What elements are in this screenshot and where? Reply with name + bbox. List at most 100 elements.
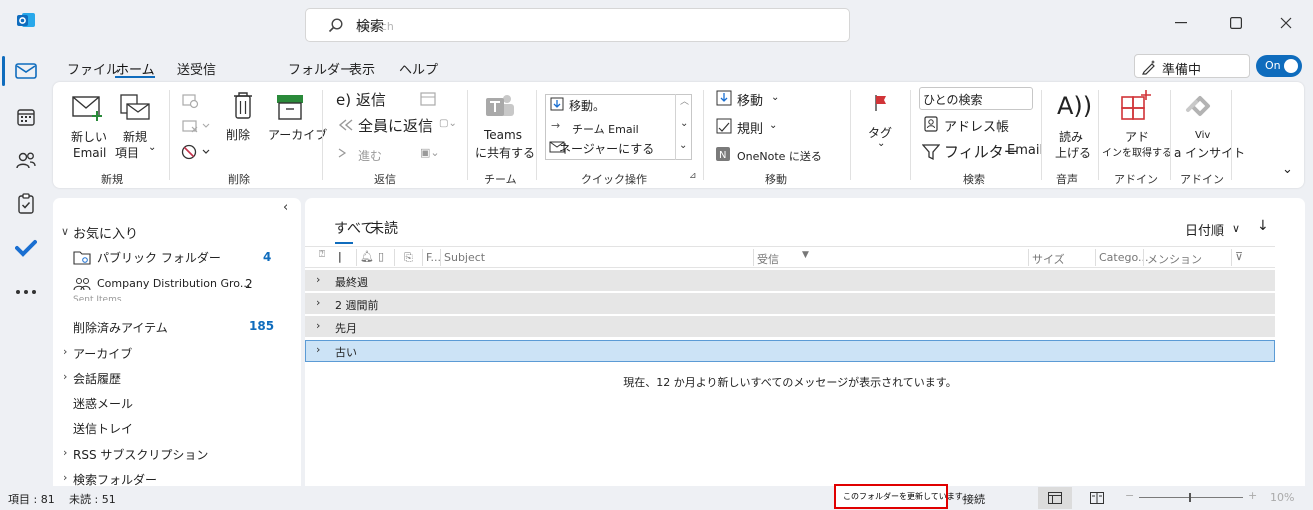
chevron-right-icon[interactable]: › [63,446,67,459]
more-respond-icon[interactable]: ▣⌄ [420,146,440,159]
chevron-right-icon[interactable]: › [63,370,67,383]
attachment-icon[interactable]: ⎘ [404,251,413,265]
search-people-input[interactable]: ひとの検索 [919,87,1033,110]
chevron-right-icon[interactable]: › [316,273,320,286]
chevron-right-icon[interactable]: › [316,296,320,309]
status-pill[interactable]: 準備中 [1134,54,1250,78]
address-book-button[interactable]: アドレス帳 [944,116,1009,135]
people-icon[interactable] [10,144,42,176]
quick-steps-scrollbar[interactable]: ︿ ⌄ ⌄ [675,94,692,160]
expand-gallery-icon[interactable]: ⌄ [679,140,687,151]
zoom-out-icon[interactable]: − [1125,489,1134,502]
sort-direction-icon[interactable]: ↓ [1257,218,1269,234]
folder-item-sent-clipped[interactable]: Sent Items [73,295,122,301]
todo-icon[interactable] [10,232,42,264]
new-email-line2[interactable]: Email [73,146,106,160]
column-category[interactable]: Catego... [1099,251,1149,264]
viva-line2[interactable]: a インサイト [1174,144,1245,161]
scroll-down-icon[interactable]: ⌄ [680,118,688,129]
block-sender-icon[interactable] [180,142,214,162]
zoom-level[interactable]: 10% [1270,491,1294,504]
meeting-reply-icon[interactable] [419,90,439,108]
ignore-icon[interactable] [180,92,200,110]
get-addins-line2[interactable]: インを取得する [1102,144,1172,159]
column-mention[interactable]: メンション [1147,251,1202,267]
tab-view[interactable]: 表示 [349,59,375,78]
im-reply-icon[interactable]: ▢⌄ [439,118,457,129]
group-header-last-month[interactable]: › 先月 [305,316,1275,338]
column-f[interactable]: F... [426,251,441,264]
normal-view-icon[interactable] [1038,487,1072,509]
group-header-last-week[interactable]: › 最終週 [305,270,1275,292]
chevron-down-icon[interactable]: ∨ [61,225,69,238]
column-size[interactable]: サイズ [1032,251,1065,267]
reply-button[interactable]: e) 返信 [336,89,386,110]
get-addins-line1[interactable]: アド [1125,128,1149,145]
minimize-icon[interactable] [1172,14,1190,32]
rules-button[interactable]: 規則 [737,118,763,137]
column-received[interactable]: 受信 [757,251,779,267]
new-email-line1[interactable]: 新しい [71,128,107,145]
app-bar [0,0,52,486]
collapse-pane-icon[interactable]: ‹ [283,200,288,215]
move-chevron-icon[interactable]: ⌄ [771,92,779,103]
reminder-icon[interactable]: 🔔︎ [360,250,374,263]
tab-file[interactable]: ファイル [67,59,119,78]
chevron-right-icon[interactable]: › [63,345,67,358]
quick-step-2[interactable]: チーム Email [572,121,639,137]
tags-chevron-icon[interactable]: ⌄ [877,138,885,149]
chevron-right-icon[interactable]: › [63,471,67,484]
cleanup-icon[interactable] [180,117,212,135]
read-aloud-line2[interactable]: 上げる [1055,144,1091,161]
calendar-icon[interactable] [10,101,42,133]
move-button[interactable]: 移動 [737,90,763,109]
reading-view-icon[interactable] [1080,487,1114,509]
teams-share-line1[interactable]: Teams [484,128,522,142]
delete-button[interactable]: 削除 [226,126,250,143]
icon-column-icon[interactable]: ▯ [378,250,384,263]
new-items-line2[interactable]: 項目 [115,144,139,161]
ribbon-collapse-chevron-icon[interactable]: ⌄ [1282,162,1293,177]
title-search-box[interactable]: Search 検索 [305,8,850,42]
zoom-in-icon[interactable]: + [1248,489,1257,502]
filter-unread-tab[interactable]: 未読 [370,218,398,238]
folder-item-junk[interactable]: 迷惑メール [73,395,133,412]
importance-icon[interactable]: ⍰ [319,249,325,260]
onenote-button[interactable]: OneNote に送る [737,148,822,164]
read-aloud-line1[interactable]: 読み [1059,128,1083,145]
quick-step-3[interactable]: ネージャーにする [559,140,654,157]
filter-all-tab[interactable]: すべて [334,218,374,238]
tab-help[interactable]: ヘルプ [399,59,438,78]
folder-item-outbox[interactable]: 送信トレイ [73,420,133,437]
group-header-two-weeks[interactable]: › 2 週間前 [305,293,1275,315]
tab-send-receive[interactable]: 送受信 [177,59,216,78]
archive-button[interactable]: アーカイブ [268,126,327,143]
chevron-right-icon[interactable]: › [316,343,320,356]
tasks-icon[interactable] [10,188,42,220]
filter-column-icon[interactable]: ⊽ [1235,250,1243,263]
maximize-icon[interactable] [1227,14,1245,32]
tab-folder[interactable]: フォルダー [288,59,353,78]
dialog-launcher-icon[interactable]: ⊿ [689,171,697,181]
forward-button[interactable]: 進む [358,147,382,164]
sort-chevron-icon[interactable]: ∨ [1232,222,1240,235]
group-header-older[interactable]: › 古い [305,340,1275,362]
zoom-slider[interactable] [1139,497,1243,498]
teams-share-line2[interactable]: に共有する [475,144,535,161]
new-items-chevron-icon[interactable]: ⌄ [148,142,156,153]
reply-all-button[interactable]: 全員に返信 [358,115,433,136]
sort-by-button[interactable]: 日付順 [1185,220,1224,239]
zoom-slider-thumb[interactable] [1189,493,1191,502]
close-icon[interactable] [1277,14,1295,32]
mail-icon[interactable] [10,55,42,87]
rules-chevron-icon[interactable]: ⌄ [769,120,777,131]
new-outlook-toggle[interactable]: On [1256,55,1302,77]
scroll-up-icon[interactable]: ︿ [680,94,689,107]
favorites-header[interactable]: お気に入り [73,223,138,242]
viva-line1[interactable]: Viv [1195,130,1210,141]
quick-step-1[interactable]: 移動。 [569,97,605,114]
column-subject[interactable]: Subject [444,251,485,264]
new-items-line1[interactable]: 新規 [123,128,147,145]
chevron-right-icon[interactable]: › [316,319,320,332]
more-apps-icon[interactable] [10,276,42,308]
